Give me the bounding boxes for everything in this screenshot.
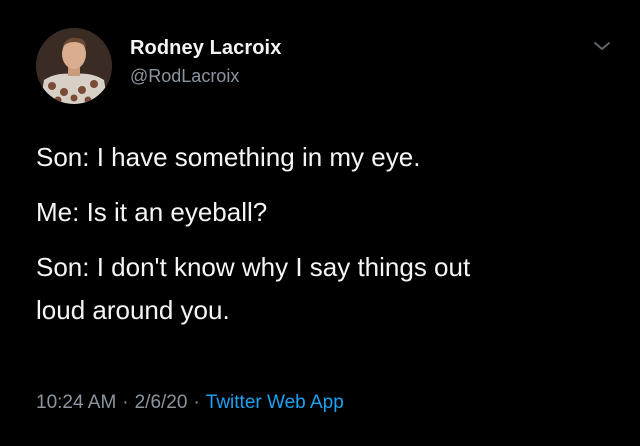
- tweet-source-link[interactable]: Twitter Web App: [206, 392, 344, 413]
- display-name[interactable]: Rodney Lacroix: [130, 37, 281, 60]
- meta-separator-2: ·: [193, 392, 200, 413]
- tweet-text: Son: I have something in my eye. Me: Is …: [36, 136, 616, 332]
- tweet-line-1: Son: I have something in my eye.: [36, 142, 421, 172]
- chevron-down-icon[interactable]: [592, 38, 612, 54]
- tweet-card: Rodney Lacroix @RodLacroix Son: I have s…: [0, 0, 640, 446]
- avatar[interactable]: [36, 28, 112, 104]
- user-handle[interactable]: @RodLacroix: [130, 66, 239, 87]
- tweet-meta: 10:24 AM · 2/6/20 · Twitter Web App: [36, 392, 344, 414]
- tweet-line-2: Me: Is it an eyeball?: [36, 197, 268, 227]
- avatar-photo: [36, 28, 112, 104]
- tweet-line-3: Son: I don't know why I say things out: [36, 252, 471, 282]
- tweet-date[interactable]: 2/6/20: [135, 392, 188, 413]
- meta-separator: ·: [122, 392, 129, 413]
- tweet-time[interactable]: 10:24 AM: [36, 392, 116, 413]
- tweet-line-4: loud around you.: [36, 295, 230, 325]
